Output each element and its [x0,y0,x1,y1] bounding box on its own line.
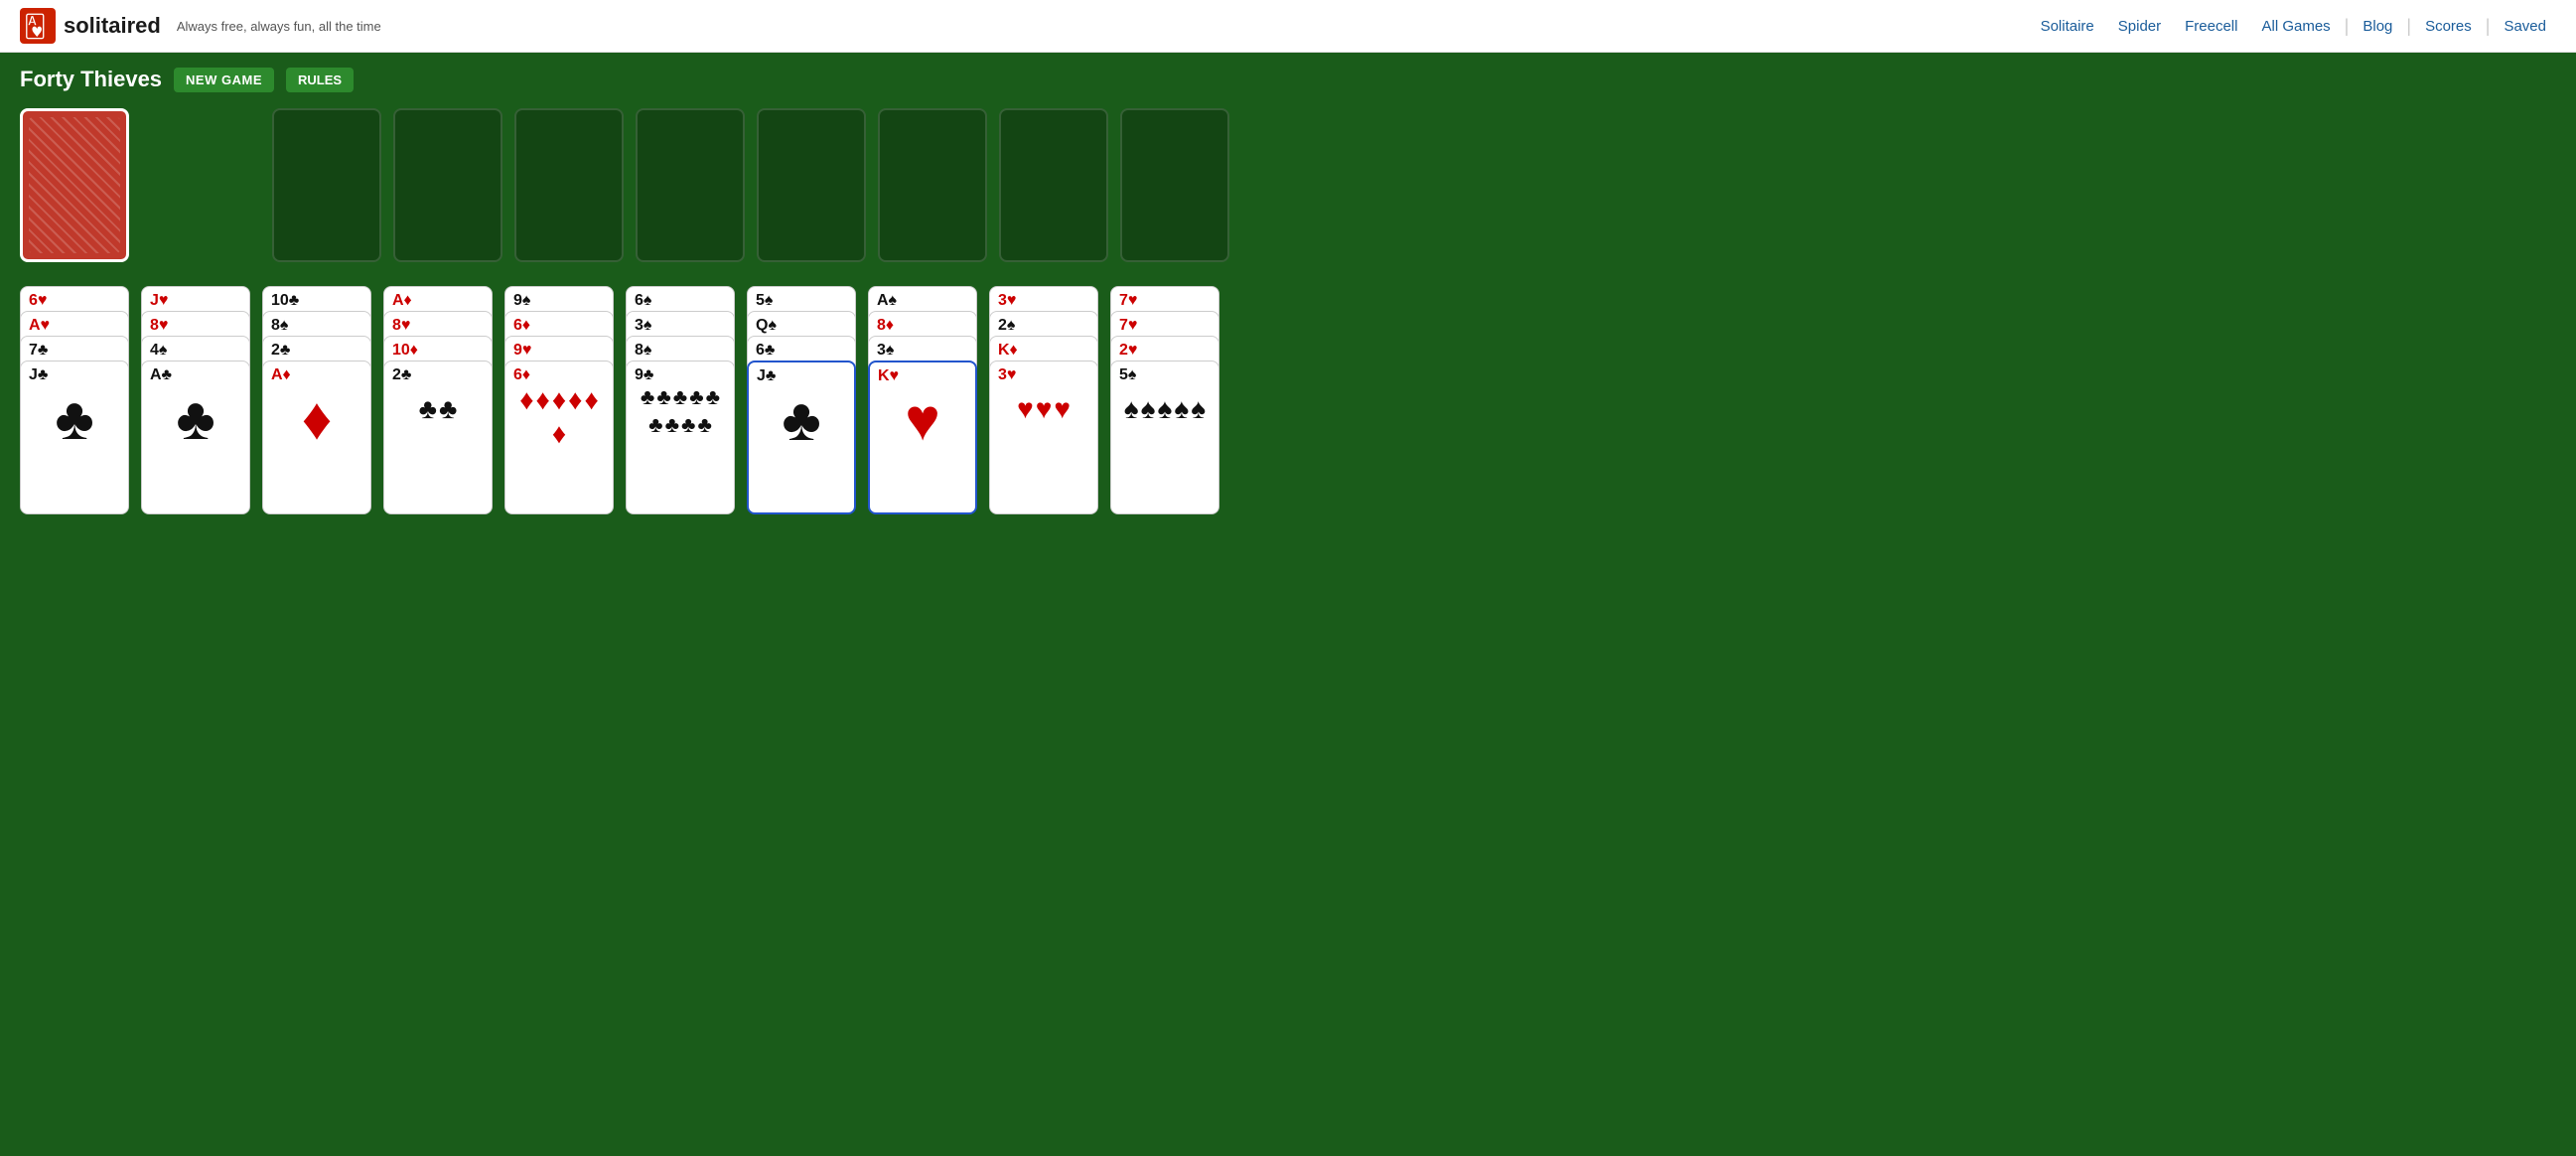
foundation-5[interactable] [878,108,987,262]
foundation-7[interactable] [1120,108,1229,262]
column-5: 6♠3♠8♠9♣♣♣♣♣♣♣♣♣♣ [626,286,735,514]
foundation-2[interactable] [514,108,624,262]
foundation-3[interactable] [636,108,745,262]
card-col5-3[interactable]: 9♣♣♣♣♣♣♣♣♣♣ [626,361,735,514]
column-1: J♥8♥4♠A♣♣ [141,286,250,514]
card-col9-3[interactable]: 5♠♠♠♠♠♠ [1110,361,1219,514]
card-col0-3[interactable]: J♣♣ [20,361,129,514]
card-center-col1: ♣ [150,384,241,453]
column-4: 9♠6♦9♥6♦♦♦♦♦♦♦ [504,286,614,514]
foundation-4[interactable] [757,108,866,262]
card-center-col3: ♣♣ [392,384,484,434]
foundation-1[interactable] [393,108,502,262]
nav-scores[interactable]: Scores [2415,14,2482,39]
nav-divider-1: | [2345,16,2350,37]
foundation-6[interactable] [999,108,1108,262]
column-6: 5♠Q♠6♣J♣♣ [747,286,856,514]
card-center-col8: ♥♥♥ [998,384,1089,434]
svg-text:🂱: 🂱 [24,13,47,40]
nav-all-games[interactable]: All Games [2251,14,2340,39]
card-col2-3[interactable]: A♦♦ [262,361,371,514]
new-game-button[interactable]: NEW GAME [174,68,274,92]
nav-solitaire[interactable]: Solitaire [2031,14,2104,39]
logo: 🂱 solitaired [20,8,161,44]
card-center-col2: ♦ [271,384,362,453]
logo-icon: 🂱 [20,8,56,44]
header: 🂱 solitaired Always free, always fun, al… [0,0,2576,53]
column-3: A♦8♥10♦2♣♣♣ [383,286,493,514]
card-center-col0: ♣ [29,384,120,453]
nav-divider-2: | [2406,16,2411,37]
card-col8-3[interactable]: 3♥♥♥♥ [989,361,1098,514]
card-col6-3[interactable]: J♣♣ [747,361,856,514]
column-2: 10♣8♠2♣A♦♦ [262,286,371,514]
stock-pile[interactable] [20,108,129,262]
column-8: 3♥2♠K♦3♥♥♥♥ [989,286,1098,514]
card-col3-3[interactable]: 2♣♣♣ [383,361,493,514]
top-row [20,108,2556,262]
tableau: 6♥A♥7♣J♣♣J♥8♥4♠A♣♣10♣8♠2♣A♦♦A♦8♥10♦2♣♣♣9… [20,286,2556,514]
nav-divider-3: | [2486,16,2491,37]
foundation-0[interactable] [272,108,381,262]
column-0: 6♥A♥7♣J♣♣ [20,286,129,514]
card-center-col7: ♥ [878,385,967,454]
rules-button[interactable]: RULES [286,68,354,92]
column-7: A♠8♦3♠K♥♥ [868,286,977,514]
nav-spider[interactable]: Spider [2108,14,2171,39]
card-center-col9: ♠♠♠♠♠ [1119,384,1211,434]
nav: Solitaire Spider Freecell All Games | Bl… [2031,14,2556,39]
card-col4-3[interactable]: 6♦♦♦♦♦♦♦ [504,361,614,514]
title-bar: Forty Thieves NEW GAME RULES [20,67,2556,92]
nav-blog[interactable]: Blog [2353,14,2402,39]
card-col7-3[interactable]: K♥♥ [868,361,977,514]
nav-freecell[interactable]: Freecell [2175,14,2247,39]
column-9: 7♥7♥2♥5♠♠♠♠♠♠ [1110,286,1219,514]
logo-text: solitaired [64,13,161,39]
game-area: Forty Thieves NEW GAME RULES 6♥A♥7♣J♣♣J♥… [0,53,2576,528]
nav-saved[interactable]: Saved [2494,14,2556,39]
game-title: Forty Thieves [20,67,162,92]
card-center-col4: ♦♦♦♦♦♦ [513,384,605,450]
card-center-col6: ♣ [757,385,846,454]
tagline: Always free, always fun, all the time [177,19,381,34]
card-col1-3[interactable]: A♣♣ [141,361,250,514]
card-center-col5: ♣♣♣♣♣♣♣♣♣ [635,384,726,438]
